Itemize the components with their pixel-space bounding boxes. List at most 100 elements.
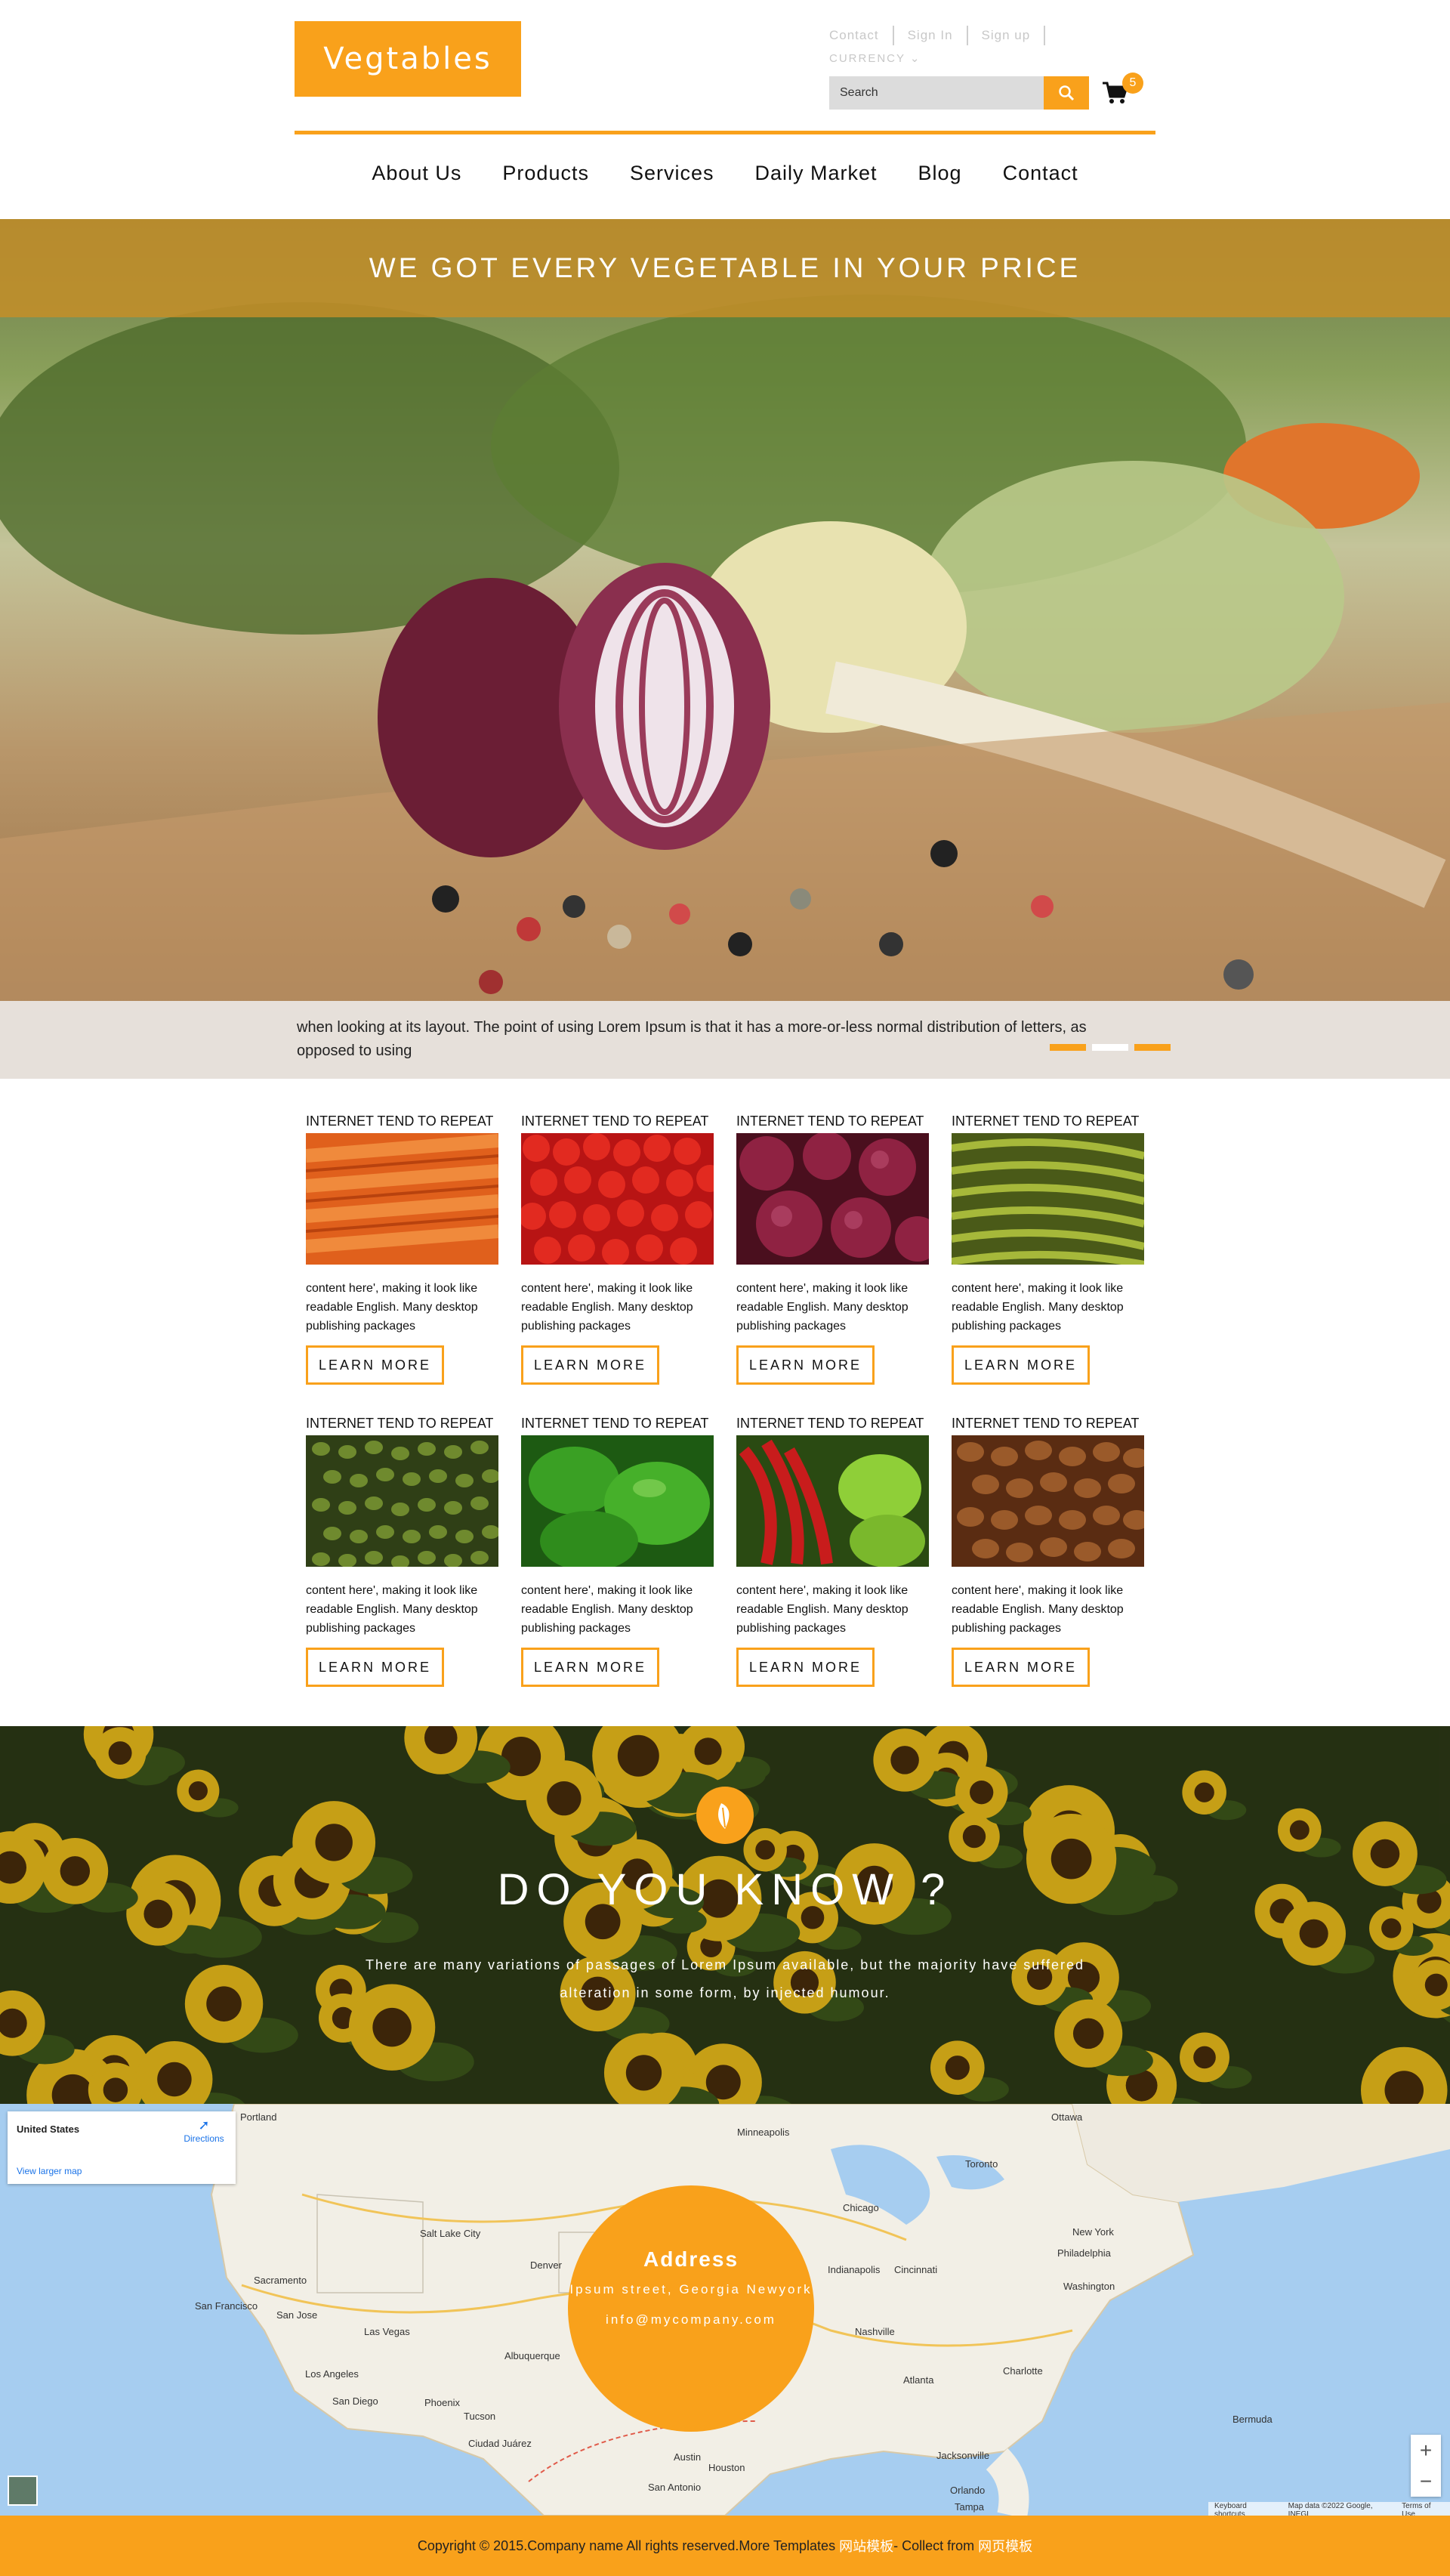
hero-image: [0, 295, 1450, 1079]
map-city-label: Minneapolis: [737, 2127, 790, 2138]
carrots-image[interactable]: [305, 1133, 499, 1265]
chevron-down-icon: ⌄: [909, 52, 921, 65]
cart-count-badge: 5: [1122, 73, 1143, 94]
product-title: INTERNET TEND TO REPEAT: [736, 1113, 924, 1129]
product-description: content here', making it look like reada…: [952, 1584, 1124, 1635]
map-city-label: Washington: [1063, 2281, 1115, 2292]
nav-products[interactable]: Products: [502, 162, 589, 185]
map-city-label: Jacksonville: [936, 2450, 990, 2461]
product-card: INTERNET TEND TO REPEAT content here', m…: [736, 1414, 929, 1687]
map-city-label: Austin: [674, 2451, 702, 2463]
nav-blog[interactable]: Blog: [918, 162, 962, 185]
learn-more-button[interactable]: LEARN MORE: [521, 1345, 660, 1385]
top-links: Contact Sign In Sign up: [829, 26, 1059, 45]
address-title: Address: [643, 2247, 739, 2271]
map-city-label: San Francisco: [195, 2300, 258, 2312]
learn-more-button[interactable]: LEARN MORE: [952, 1648, 1091, 1687]
green-beans-image[interactable]: [951, 1133, 1146, 1268]
map-location-name: United States: [17, 2124, 80, 2135]
nav-daily-market[interactable]: Daily Market: [755, 162, 878, 185]
slider-dot[interactable]: [1134, 1044, 1171, 1051]
sign-in-link[interactable]: Sign In: [908, 26, 968, 45]
directions-link[interactable]: ➚ Directions: [181, 2117, 227, 2144]
sign-up-link[interactable]: Sign up: [982, 26, 1046, 45]
map-city-label: Albuquerque: [504, 2350, 560, 2361]
templates-link[interactable]: 网站模板: [839, 2536, 893, 2556]
learn-more-button[interactable]: LEARN MORE: [736, 1345, 875, 1385]
learn-more-button[interactable]: LEARN MORE: [306, 1648, 445, 1687]
product-title: INTERNET TEND TO REPEAT: [521, 1416, 709, 1431]
map-city-label: Atlanta: [903, 2374, 934, 2386]
map-city-label: Phoenix: [424, 2397, 460, 2408]
leaf-icon: [696, 1787, 754, 1844]
map-city-label: Chicago: [843, 2202, 879, 2213]
site-header: Vegtables Contact Sign In Sign up CURREN…: [0, 0, 1450, 219]
product-description: content here', making it look like reada…: [306, 1282, 478, 1333]
contact-link[interactable]: Contact: [829, 26, 894, 45]
map-zoom-controls: + −: [1411, 2435, 1441, 2497]
address-street: Ipsum street, Georgia Newyork: [569, 2282, 813, 2296]
location-map[interactable]: Portland Minneapolis Ottawa Toronto Chic…: [0, 2104, 1450, 2516]
product-title: INTERNET TEND TO REPEAT: [736, 1416, 924, 1431]
learn-more-button[interactable]: LEARN MORE: [736, 1648, 875, 1687]
address-email[interactable]: info@mycompany.com: [568, 2312, 814, 2327]
map-data-credit: Map data ©2022 Google, INEGI: [1288, 2502, 1373, 2516]
map-city-label: Houston: [708, 2462, 745, 2473]
zoom-out-icon[interactable]: −: [1420, 2470, 1432, 2492]
green-peppers-image[interactable]: [521, 1435, 714, 1571]
map-city-label: San Jose: [276, 2309, 318, 2321]
map-city-label: Ottawa: [1051, 2111, 1083, 2123]
product-description: content here', making it look like reada…: [736, 1584, 909, 1635]
terms-of-use-link[interactable]: Terms of Use: [1396, 2502, 1450, 2516]
product-card: INTERNET TEND TO REPEAT content here', m…: [305, 1112, 499, 1385]
red-onions-image[interactable]: [736, 1132, 940, 1265]
learn-more-button[interactable]: LEARN MORE: [952, 1345, 1091, 1385]
did-you-know-section: DO YOU KNOW ? There are many variations …: [0, 1726, 1450, 2104]
search-input[interactable]: [829, 76, 1044, 110]
slider-dots: [1050, 1044, 1177, 1051]
nav-contact[interactable]: Contact: [1003, 162, 1078, 185]
slider-dot-active[interactable]: [1092, 1044, 1128, 1051]
map-city-label: Orlando: [950, 2485, 986, 2496]
map-city-label: Philadelphia: [1057, 2247, 1111, 2259]
street-view-thumbnail[interactable]: [8, 2476, 38, 2506]
currency-label: CURRENCY: [829, 52, 905, 65]
know-text: There are many variations of passages of…: [365, 1957, 1085, 2000]
map-city-label: Indianapolis: [828, 2264, 881, 2275]
map-city-label: Tucson: [464, 2411, 496, 2422]
product-description: content here', making it look like reada…: [736, 1282, 909, 1333]
learn-more-button[interactable]: LEARN MORE: [521, 1648, 660, 1687]
view-larger-map-link[interactable]: View larger map: [17, 2166, 82, 2176]
address-circle: Address Ipsum street, Georgia Newyork in…: [568, 2185, 814, 2432]
currency-selector[interactable]: CURRENCY ⌄: [829, 51, 921, 65]
product-card: INTERNET TEND TO REPEAT content here', m…: [521, 1414, 714, 1687]
tomatoes-image[interactable]: [519, 1133, 723, 1266]
map-city-label: Charlotte: [1003, 2365, 1043, 2377]
zoom-in-icon[interactable]: +: [1420, 2439, 1432, 2461]
search-icon: [1059, 85, 1075, 101]
product-title: INTERNET TEND TO REPEAT: [952, 1416, 1140, 1431]
product-card: INTERNET TEND TO REPEAT content here', m…: [951, 1112, 1146, 1385]
product-card: INTERNET TEND TO REPEAT content here', m…: [952, 1414, 1150, 1687]
learn-more-button[interactable]: LEARN MORE: [306, 1345, 445, 1385]
product-description: content here', making it look like reada…: [521, 1282, 693, 1333]
site-logo[interactable]: Vegtables: [295, 21, 521, 97]
section-overlay: [0, 1726, 1450, 2104]
peas-image[interactable]: [306, 1435, 500, 1569]
copyright-text: Copyright © 2015.Company name All rights…: [417, 2537, 836, 2553]
map-info-card: United States ➚ Directions View larger m…: [8, 2111, 236, 2184]
coffee-beans-image[interactable]: [952, 1435, 1150, 1567]
search-button[interactable]: [1044, 76, 1089, 110]
webpage-templates-link[interactable]: 网页模板: [978, 2536, 1032, 2556]
nav-services[interactable]: Services: [630, 162, 714, 185]
product-card: INTERNET TEND TO REPEAT content here', m…: [519, 1112, 723, 1385]
chili-peppers-image[interactable]: [736, 1435, 929, 1568]
map-city-label: Las Vegas: [364, 2326, 410, 2337]
keyboard-shortcuts-link[interactable]: Keyboard shortcuts: [1208, 2502, 1282, 2516]
map-city-label: Ciudad Juárez: [468, 2438, 532, 2449]
map-city-label: Bermuda: [1232, 2414, 1273, 2425]
directions-label: Directions: [184, 2133, 224, 2144]
nav-about-us[interactable]: About Us: [372, 162, 461, 185]
product-title: INTERNET TEND TO REPEAT: [306, 1113, 494, 1129]
slider-dot[interactable]: [1050, 1044, 1086, 1051]
